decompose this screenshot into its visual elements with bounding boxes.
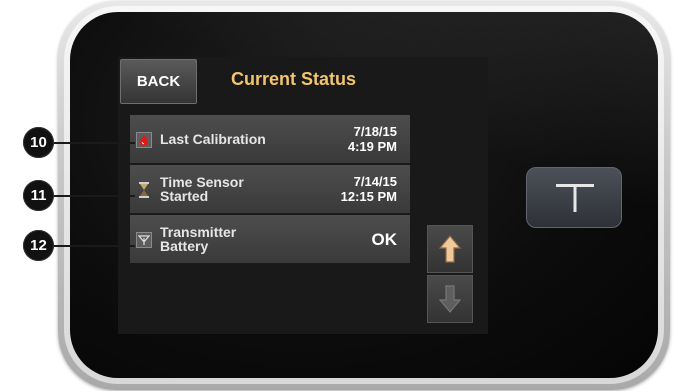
callout-leader-12 — [40, 245, 135, 247]
scroll-up-button[interactable] — [427, 225, 473, 273]
battery-status: OK — [371, 229, 398, 249]
status-row-last-calibration: Last Calibration 7/18/15 4:19 PM — [130, 115, 410, 165]
t-button[interactable] — [526, 167, 622, 228]
row-label: Last Calibration — [160, 131, 266, 147]
hourglass-icon — [136, 182, 152, 198]
row-value: 7/18/15 4:19 PM — [348, 115, 397, 163]
status-list: Last Calibration 7/18/15 4:19 PM Time Se… — [130, 115, 410, 265]
row-value-date: 7/18/15 — [353, 124, 397, 139]
callout-leader-10 — [40, 142, 135, 144]
back-button[interactable]: BACK — [120, 59, 197, 104]
transmitter-antenna-icon — [136, 232, 152, 248]
callout-12: 12 — [23, 230, 54, 261]
arrow-down-icon — [438, 285, 462, 313]
status-row-transmitter-battery: Transmitter Battery OK — [130, 215, 410, 265]
callout-11: 11 — [23, 180, 54, 211]
t-logo-icon — [556, 184, 594, 212]
row-value-date: 7/14/15 — [353, 174, 397, 189]
row-value: OK — [372, 215, 398, 263]
callout-leader-11 — [40, 195, 135, 197]
arrow-up-icon — [438, 235, 462, 263]
row-value-time: 4:19 PM — [347, 139, 397, 154]
status-row-time-sensor-started: Time Sensor Started 7/14/15 12:15 PM — [130, 165, 410, 215]
scroll-down-button[interactable] — [427, 275, 473, 323]
row-value-time: 12:15 PM — [340, 189, 397, 204]
row-label: Time Sensor Started — [160, 174, 244, 204]
row-value: 7/14/15 12:15 PM — [341, 165, 397, 213]
callout-10: 10 — [23, 127, 54, 158]
blood-drop-icon — [136, 132, 152, 148]
row-label: Transmitter Battery — [160, 224, 237, 254]
status-header: BACK Current Status — [118, 57, 488, 107]
page-title: Current Status — [231, 69, 357, 89]
touchscreen: BACK Current Status Last Calibration 7/1… — [118, 57, 488, 334]
scroll-controls — [427, 225, 473, 323]
